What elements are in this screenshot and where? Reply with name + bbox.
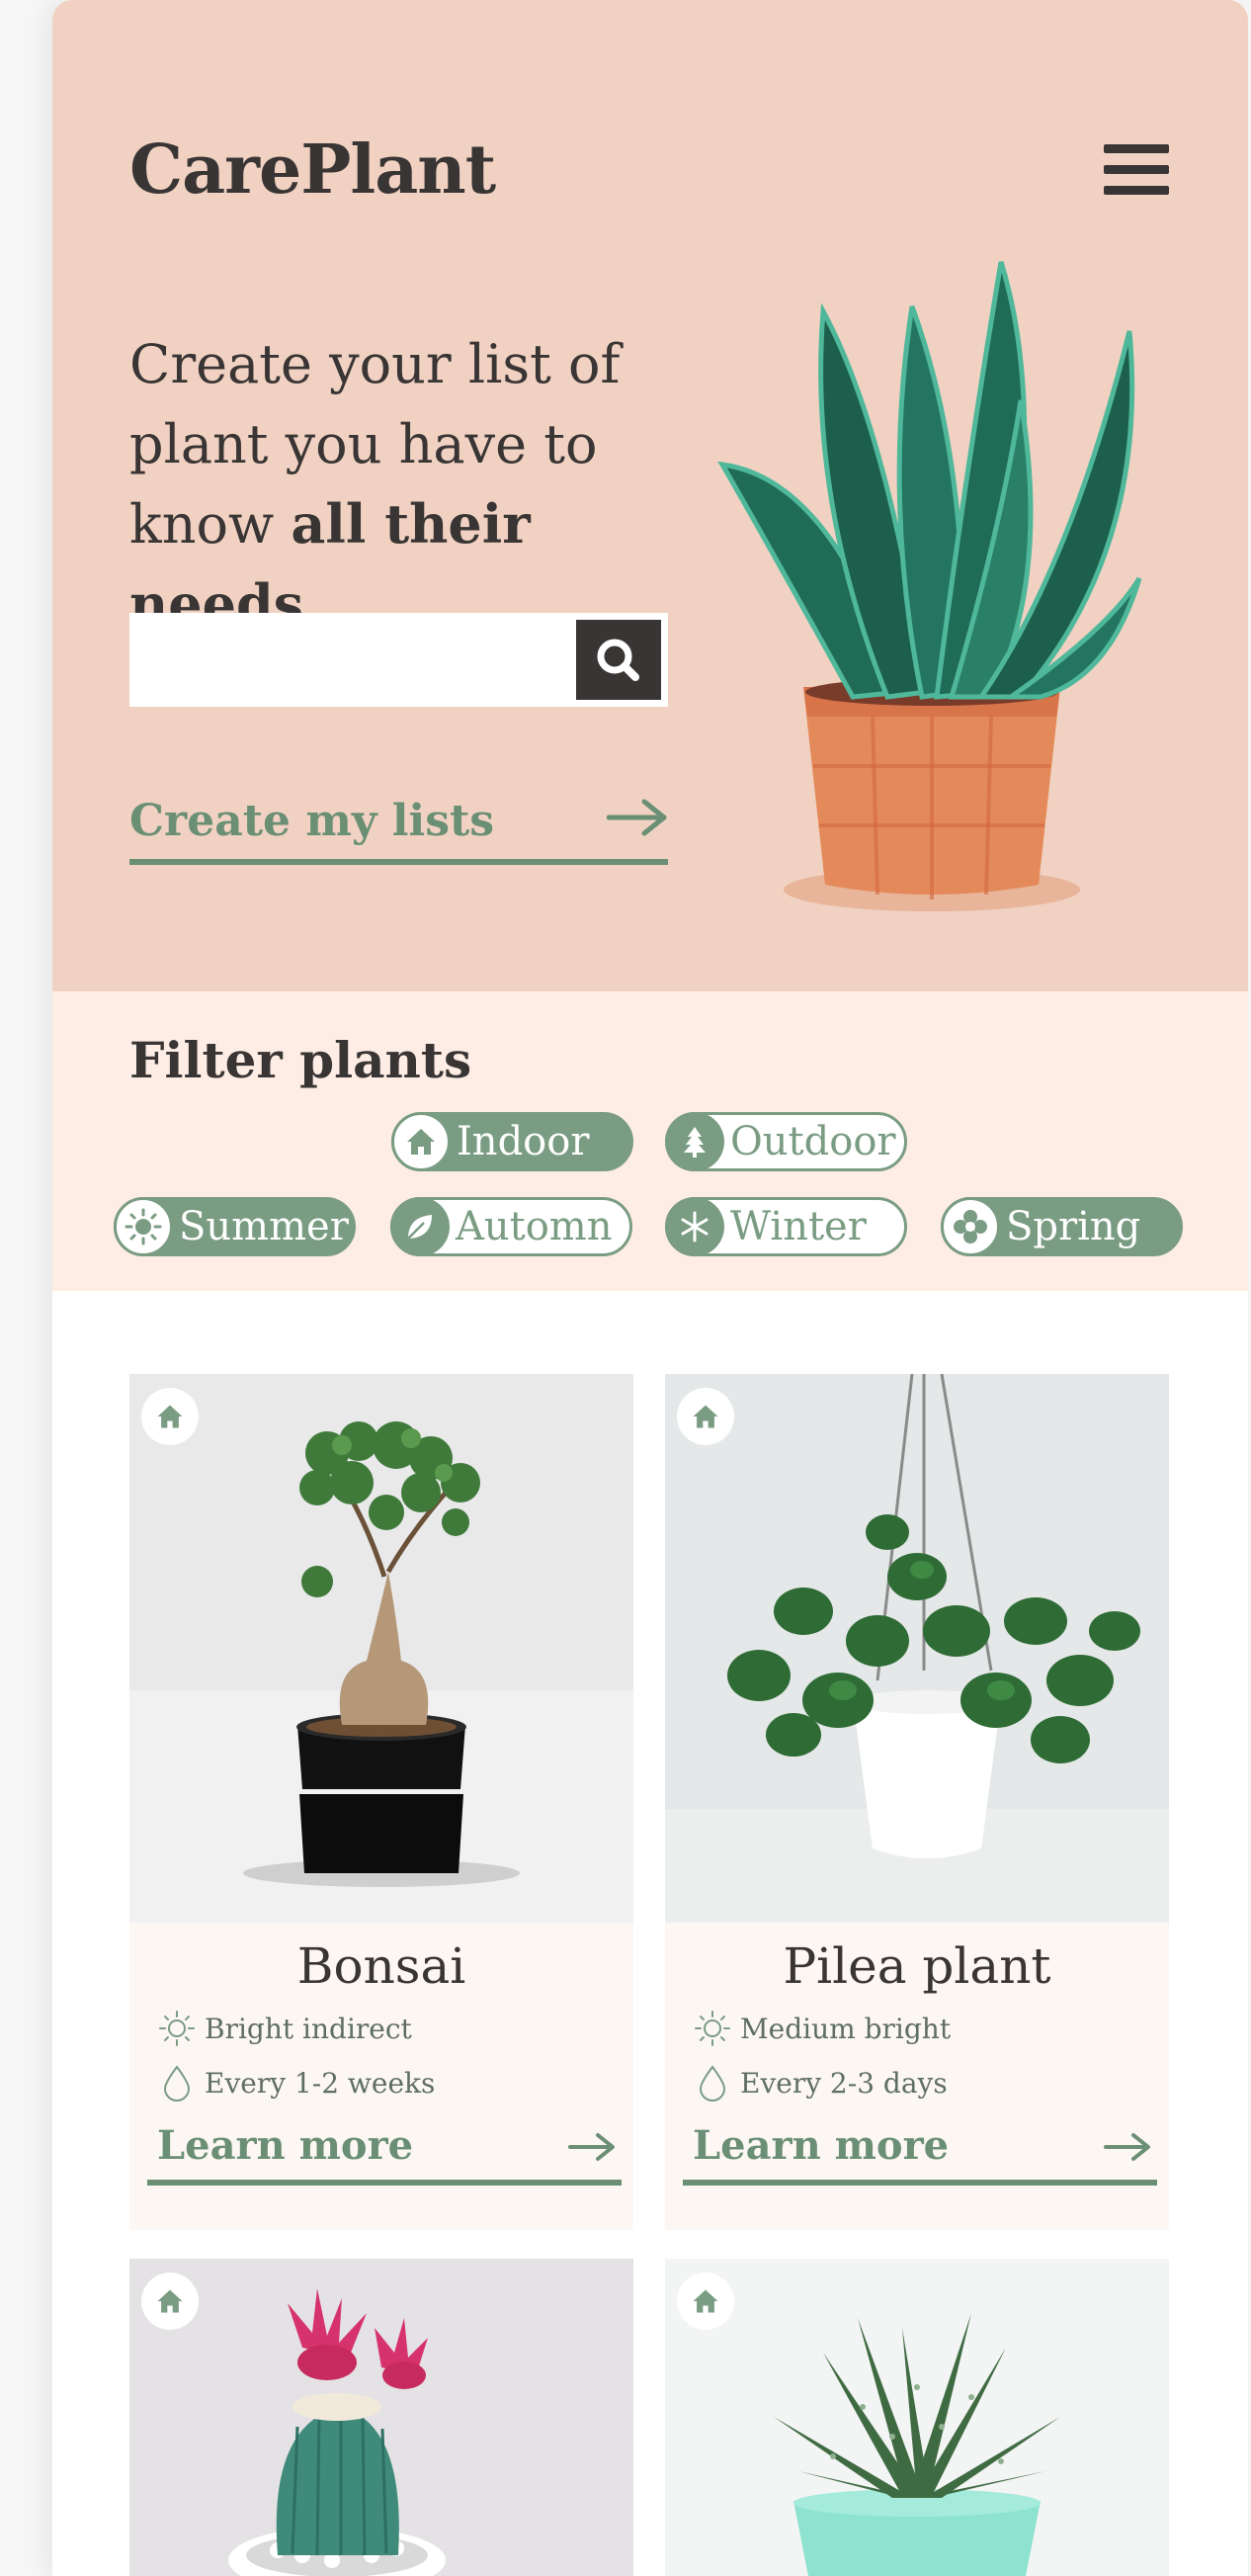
cactus-photo [129, 2259, 633, 2576]
plant-name: Bonsai [296, 1937, 466, 1995]
light-text: Medium bright [740, 2012, 952, 2045]
arrow-right-icon [607, 799, 667, 836]
plant-photo [665, 2259, 1169, 2576]
plant-photo [129, 2259, 633, 2576]
sun-outline-icon [695, 2011, 730, 2046]
tagline-line-2: plant you have to [129, 413, 598, 475]
indoor-badge[interactable] [677, 1388, 734, 1445]
indoor-badge[interactable] [141, 2273, 199, 2330]
arrow-right-icon [1104, 2133, 1150, 2161]
chip-label: Winter [730, 1204, 867, 1249]
chip-label: Automn [456, 1204, 613, 1249]
chip-label: Outdoor [730, 1119, 896, 1164]
hamburger-menu-icon[interactable] [1104, 144, 1173, 204]
bonsai-photo [129, 1374, 633, 1923]
light-requirement: Bright indirect [157, 2009, 412, 2048]
house-icon [157, 2289, 183, 2313]
leaf-icon [407, 1215, 432, 1240]
house-icon [693, 1405, 718, 1428]
chip-spring[interactable]: Spring [941, 1197, 1183, 1256]
filter-title: Filter plants [129, 1031, 472, 1089]
plant-card-succulent[interactable] [665, 2259, 1169, 2576]
sun-outline-icon [159, 2011, 195, 2046]
create-lists-label: Create my lists [129, 796, 495, 846]
chip-winter[interactable]: Winter [665, 1197, 907, 1256]
chip-automn[interactable]: Automn [390, 1197, 632, 1256]
learn-more-link[interactable]: Learn more [147, 2120, 622, 2186]
chip-summer[interactable]: Summer [114, 1197, 356, 1256]
tagline-line-1: Create your list of [129, 333, 621, 395]
water-text: Every 2-3 days [740, 2066, 948, 2100]
filter-section: Filter plants Indoor Outdoor Summer Auto… [52, 991, 1248, 1291]
search-button[interactable] [576, 620, 661, 700]
learn-more-label: Learn more [693, 2122, 950, 2169]
chip-outdoor[interactable]: Outdoor [665, 1112, 907, 1171]
search-icon [597, 639, 639, 681]
plant-card-cactus[interactable] [129, 2259, 633, 2576]
light-requirement: Medium bright [693, 2009, 951, 2048]
learn-more-link[interactable]: Learn more [683, 2120, 1157, 2186]
chip-label: Summer [179, 1204, 349, 1249]
plant-photo [129, 1374, 633, 1923]
flower-icon [954, 1210, 987, 1244]
plant-card-bonsai[interactable]: Bonsai Bright indirect Every 1-2 weeks L… [129, 1374, 633, 2230]
arrow-right-icon [568, 2133, 615, 2161]
sun-icon [125, 1208, 162, 1245]
water-requirement: Every 1-2 weeks [157, 2063, 435, 2103]
plant-photo [665, 1374, 1169, 1923]
snowflake-icon [681, 1211, 709, 1243]
house-icon [157, 1405, 183, 1428]
create-lists-link[interactable]: Create my lists [129, 786, 668, 865]
hero-tagline: Create your list of plant you have to kn… [129, 324, 722, 644]
water-drop-icon [699, 2065, 726, 2102]
chip-label: Indoor [457, 1119, 590, 1164]
search-bar [129, 613, 668, 707]
tree-icon [684, 1127, 706, 1158]
water-text: Every 1-2 weeks [205, 2066, 436, 2100]
light-text: Bright indirect [205, 2012, 412, 2045]
app-logo[interactable]: CarePlant [129, 130, 496, 210]
pilea-photo [665, 1374, 1169, 1923]
house-icon [693, 2289, 718, 2313]
chip-indoor[interactable]: Indoor [391, 1112, 633, 1171]
water-requirement: Every 2-3 days [693, 2063, 948, 2103]
water-drop-icon [163, 2065, 191, 2102]
search-input[interactable] [132, 616, 572, 704]
app-frame: CarePlant Create your list of plant you … [52, 0, 1248, 2576]
snake-plant-illustration [717, 261, 1142, 911]
tagline-line-3-plain: know [129, 493, 292, 556]
plant-card-pilea[interactable]: Pilea plant Medium bright Every 2-3 days… [665, 1374, 1169, 2230]
chip-label: Spring [1006, 1204, 1141, 1249]
plant-name: Pilea plant [783, 1937, 1051, 1995]
learn-more-label: Learn more [157, 2122, 414, 2169]
indoor-badge[interactable] [677, 2273, 734, 2330]
indoor-badge[interactable] [141, 1388, 199, 1445]
house-icon [407, 1129, 435, 1155]
hero-section: CarePlant Create your list of plant you … [52, 0, 1248, 991]
succulent-photo [665, 2259, 1169, 2576]
